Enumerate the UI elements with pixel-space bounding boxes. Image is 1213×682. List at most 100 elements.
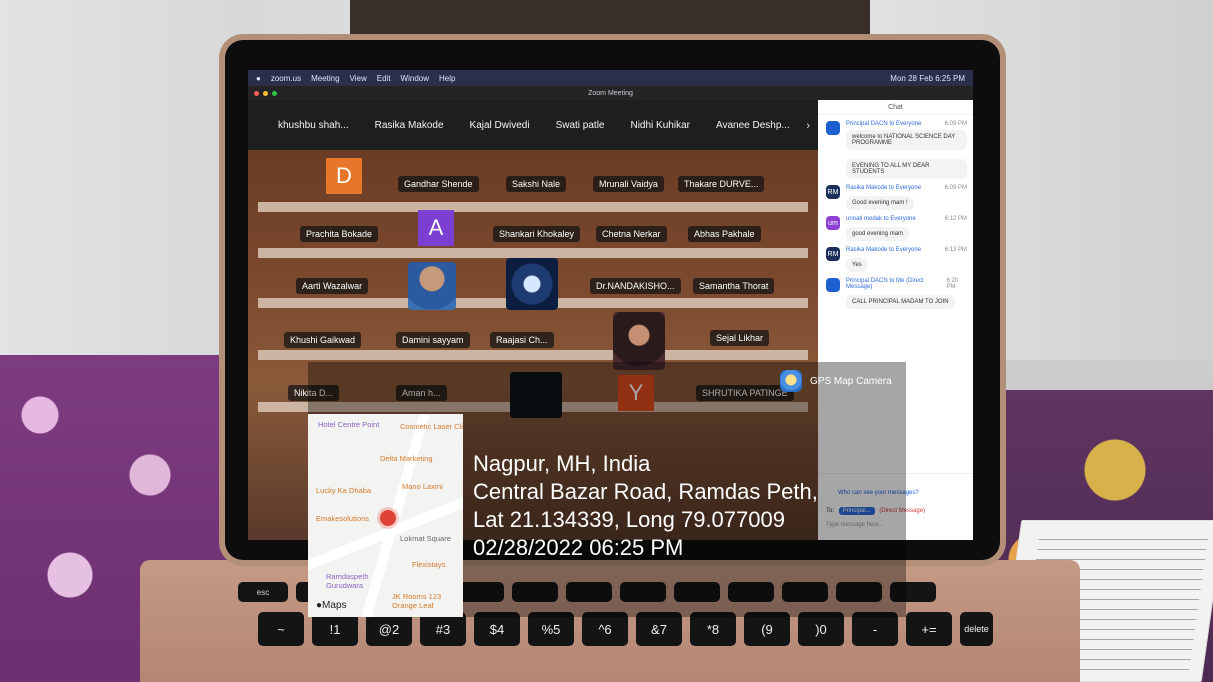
chat-message: Principal DACN to Everyone 6:09 PM welcom… <box>818 121 973 150</box>
tile-label: Thakare DURVE... <box>678 176 765 192</box>
tile-label: Shankari Khokaley <box>493 226 581 242</box>
message-text: Yes <box>846 258 868 272</box>
participant-name[interactable]: khushbu shah... <box>278 120 349 131</box>
equals-key: += <box>906 612 952 646</box>
location-line: 02/28/2022 06:25 PM <box>473 535 684 560</box>
menubar-clock: Mon 28 Feb 6:25 PM <box>890 73 965 83</box>
avatar <box>826 278 840 292</box>
message-time: 6:13 PM <box>944 247 967 253</box>
message-sender: Rasika Makode to Everyone <box>846 185 922 191</box>
tile-label: Damini sayyam <box>396 332 470 348</box>
photo-scene: esc ~ !1 @2 #3 $4 %5 ^6 &7 *8 (9 )0 - +=… <box>0 0 1213 682</box>
participant-name[interactable]: Avanee Deshp... <box>716 120 790 131</box>
bench <box>258 202 808 212</box>
message-time: 6:09 PM <box>944 185 967 191</box>
gps-app-name: GPS Map Camera <box>810 375 892 387</box>
chat-title: Chat <box>818 100 973 115</box>
menubar-app[interactable]: zoom.us <box>271 74 301 83</box>
video-feed <box>408 262 456 310</box>
tile-label: Aarti Wazalwar <box>296 278 369 294</box>
message-text: good evening mam <box>846 227 910 241</box>
message-text: welcome to NATIONAL SCIENCE DAY PROGRAMM… <box>846 130 967 150</box>
menubar-item[interactable]: Edit <box>377 74 391 83</box>
close-dot[interactable] <box>254 91 259 96</box>
map-poi: Flexistays <box>412 560 446 569</box>
tile-label: Samantha Thorat <box>693 278 775 294</box>
message-time: 6:12 PM <box>944 216 967 222</box>
participant-name[interactable]: Nidhi Kuhikar <box>630 120 689 131</box>
minus-key: - <box>852 612 898 646</box>
mac-menubar: ● zoom.us Meeting View Edit Window Help … <box>248 70 973 86</box>
tile-label: Raajasi Ch... <box>490 332 554 348</box>
participant-name[interactable]: Kajal Dwivedi <box>470 120 530 131</box>
map-poi: Delta Marketing <box>380 454 433 463</box>
message-sender: Principal DACN to Everyone <box>846 121 922 127</box>
gps-header: GPS Map Camera <box>780 370 892 392</box>
chat-message: um unnati modak to Everyone 6:12 PM good … <box>818 216 973 241</box>
background-cabinet <box>350 0 870 40</box>
tilde-key: ~ <box>258 612 304 646</box>
message-text: CALL PRINCIPAL MADAM TO JOIN <box>846 295 955 309</box>
key-0: )0 <box>798 612 844 646</box>
mini-map: Hotel Centre Point Cosmetic Laser Clinic… <box>308 414 463 617</box>
key-1: !1 <box>312 612 358 646</box>
key-9: (9 <box>744 612 790 646</box>
message-text: Good evening mam ! <box>846 196 914 210</box>
chat-message: RM Rasika Makode to Everyone 6:09 PM Good… <box>818 185 973 210</box>
avatar: um <box>826 216 840 230</box>
zoom-dot[interactable] <box>272 91 277 96</box>
tile-label: Mrunali Vaidya <box>593 176 664 192</box>
message-text: EVENING TO ALL MY DEAR STUDENTS <box>846 159 967 179</box>
map-poi: Ramdaspeth Gurudwara <box>326 572 369 590</box>
tile-label: Dr.NANDAKISHO... <box>590 278 681 294</box>
avatar: D <box>326 158 362 194</box>
avatar <box>826 121 840 135</box>
tile-label: Sejal Likhar <box>710 330 770 346</box>
message-time: 6:09 PM <box>944 121 967 127</box>
avatar: RM <box>826 247 840 261</box>
minimize-dot[interactable] <box>263 91 268 96</box>
key-7: &7 <box>636 612 682 646</box>
esc-key: esc <box>238 582 288 602</box>
menubar-item[interactable]: Window <box>401 74 429 83</box>
key-3: #3 <box>420 612 466 646</box>
chevron-right-icon[interactable]: › <box>806 120 810 132</box>
message-sender: unnati modak to Everyone <box>846 216 916 222</box>
gps-map-camera-icon <box>780 370 802 392</box>
map-poi: Lucky Ka Dhaba <box>316 486 372 495</box>
location-line: Central Bazar Road, Ramdas Peth, <box>473 479 818 504</box>
key-2: @2 <box>366 612 412 646</box>
key-6: ^6 <box>582 612 628 646</box>
location-line: Nagpur, MH, India <box>473 451 651 476</box>
tile-label: Abhas Pakhale <box>688 226 761 242</box>
institution-logo <box>506 258 558 310</box>
menubar-item[interactable]: Help <box>439 74 455 83</box>
menubar-item[interactable]: Meeting <box>311 74 339 83</box>
window-controls <box>254 91 277 96</box>
message-time: 6:20 PM <box>946 278 959 290</box>
tile-label: Sakshi Nale <box>506 176 567 192</box>
location-pin-icon <box>380 510 396 526</box>
window-titlebar: Zoom Meeting <box>248 86 973 100</box>
menubar-item[interactable]: View <box>350 74 367 83</box>
apple-icon: ● <box>256 73 261 83</box>
message-sender: Rasika Makode to Everyone <box>846 247 922 253</box>
map-poi: JK Rooms 123 Orange Leaf <box>392 592 442 610</box>
map-poi: Mano Laxmi <box>402 482 443 491</box>
key-4: $4 <box>474 612 520 646</box>
participant-name[interactable]: Swati patle <box>556 120 605 131</box>
window-title: Zoom Meeting <box>588 89 633 97</box>
map-poi: Lokmat Square <box>400 534 451 543</box>
participant-strip: khushbu shah... Rasika Makode Kajal Dwiv… <box>248 100 818 150</box>
tile-label: Prachita Bokade <box>300 226 379 242</box>
avatar: RM <box>826 185 840 199</box>
chat-message: EVENING TO ALL MY DEAR STUDENTS <box>818 156 973 179</box>
tile-label: Khushi Gaikwad <box>284 332 362 348</box>
map-poi: Emakesolutions <box>316 514 369 523</box>
maps-brand: ●Maps <box>316 600 347 611</box>
bench <box>258 248 808 258</box>
participant-name[interactable]: Rasika Makode <box>375 120 444 131</box>
gps-overlay: GPS Map Camera Hotel Centre Point Cosmet… <box>308 362 906 617</box>
bench <box>258 350 808 360</box>
chat-message: RM Rasika Makode to Everyone 6:13 PM Yes <box>818 247 973 272</box>
